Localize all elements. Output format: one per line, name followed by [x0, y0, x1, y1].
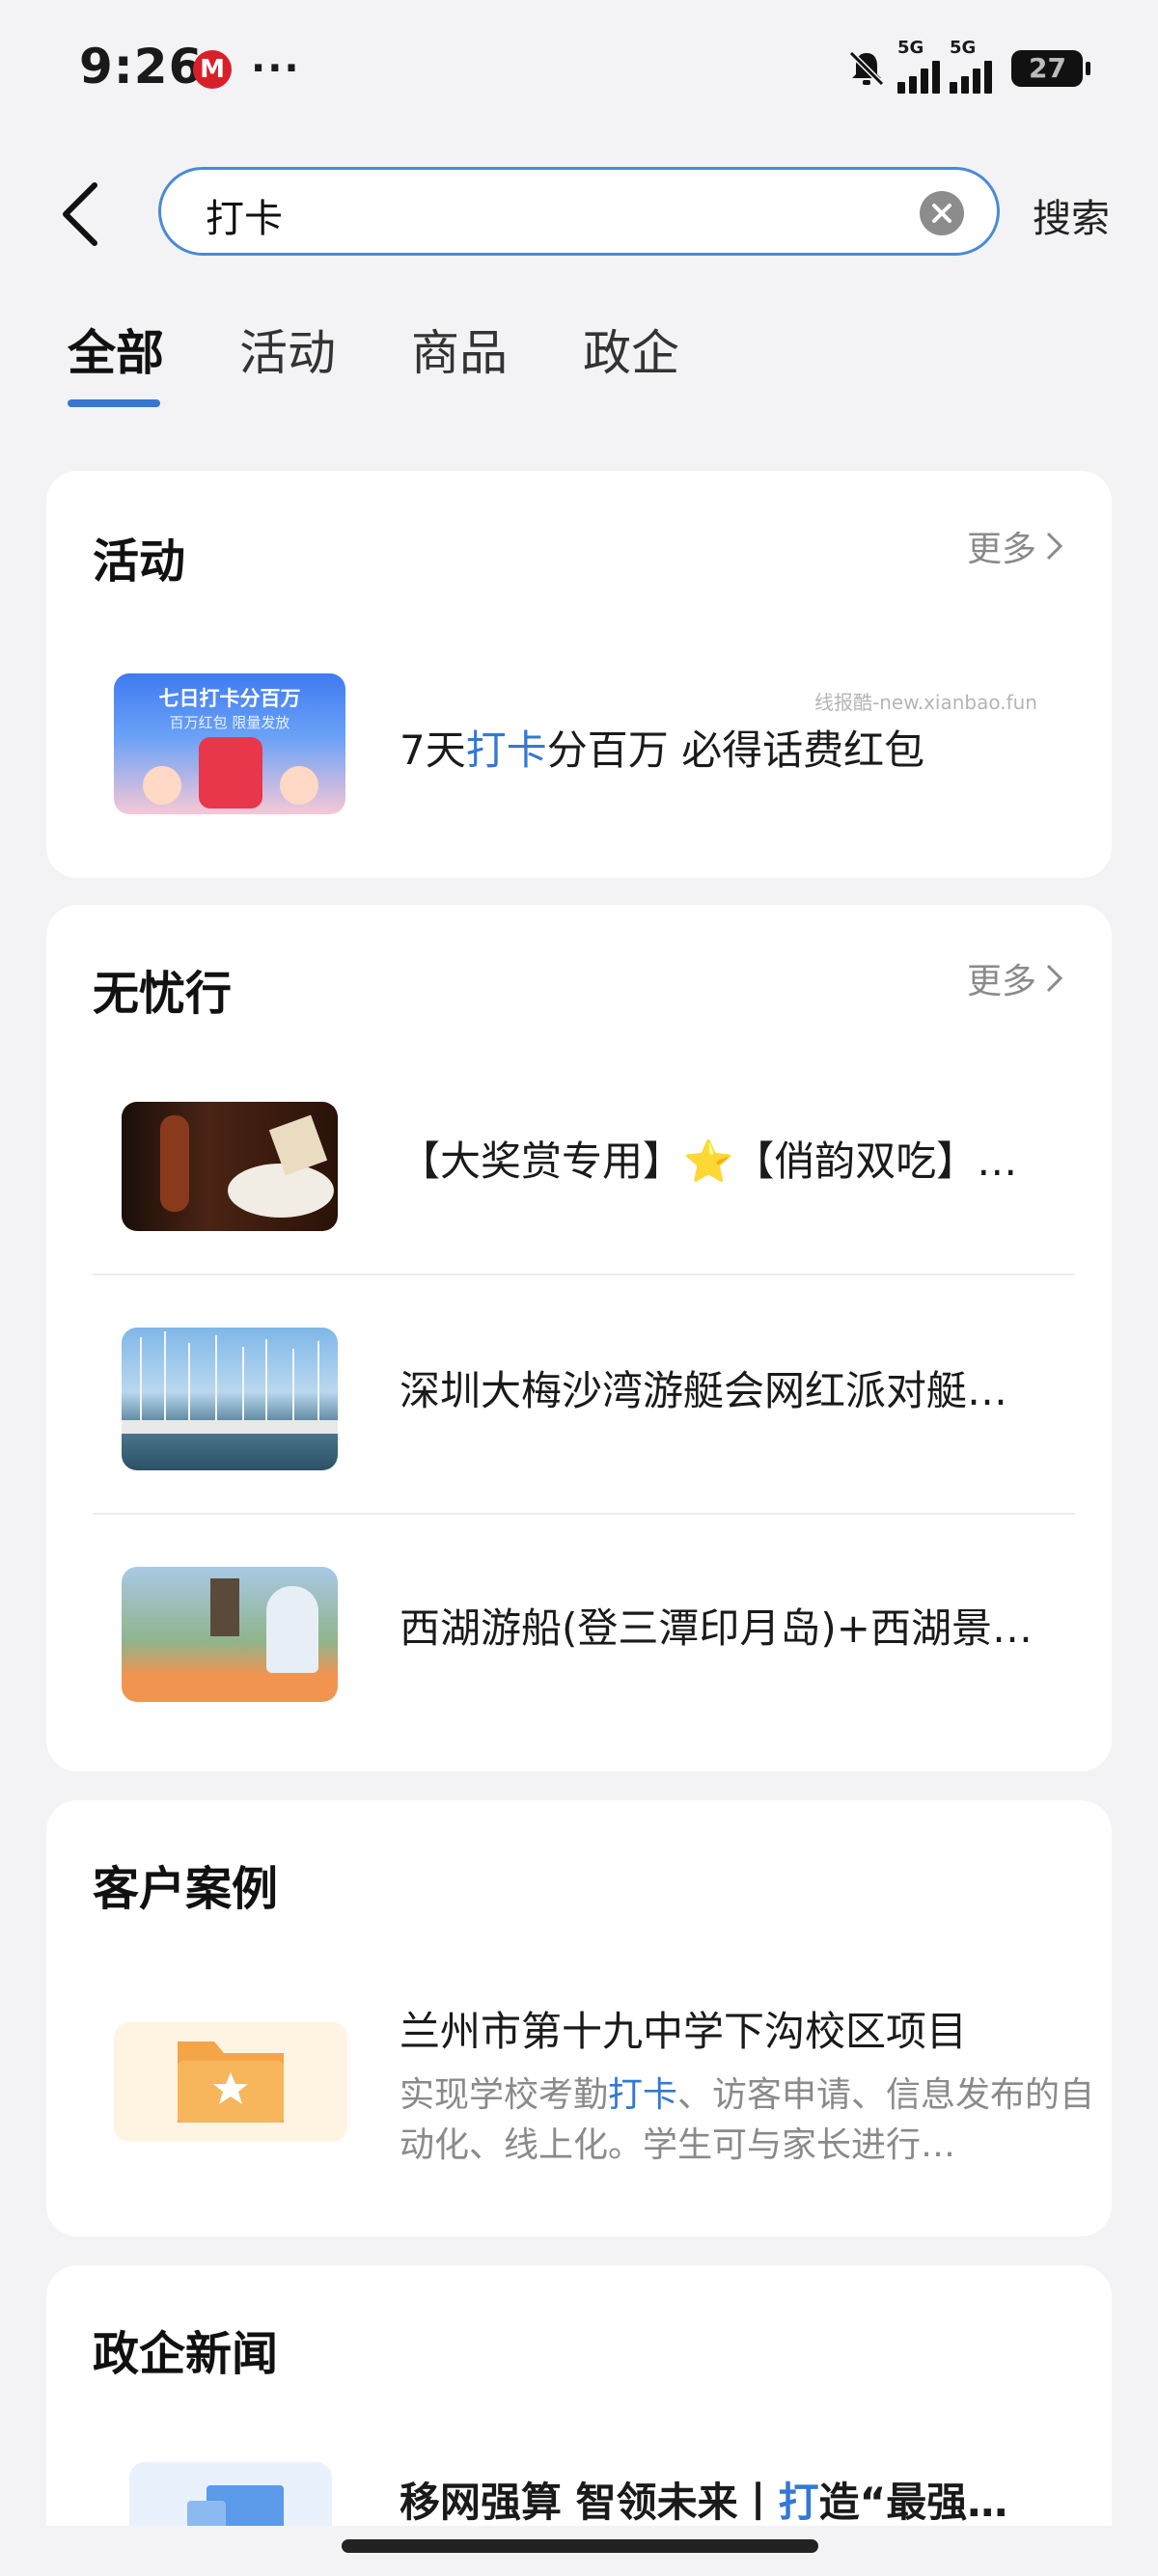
home-indicator[interactable] — [342, 2539, 818, 2553]
title-text: 移网强算 智领未来丨 — [400, 2479, 779, 2526]
title-text: 分百万 必得话费红包 — [546, 726, 925, 774]
activity-more-link[interactable]: 更多 — [967, 521, 1065, 571]
hand-icon — [143, 766, 181, 805]
highlight-keyword: 打 — [778, 2479, 819, 2526]
customer-cases-section: 客户案例 兰州市第十九中学下沟校区项目 实现学校考勤打卡、访客申请、信息发布的自… — [46, 1800, 1112, 2236]
sim1-network-label: 5G — [897, 38, 924, 58]
banner-title: 七日打卡分百万 — [158, 687, 301, 710]
china-mobile-logo-icon: M — [193, 50, 232, 89]
status-icons: 5G 5G 27 — [845, 38, 1090, 94]
signal-sim1-icon: 5G — [897, 38, 940, 94]
wuyouxing-more-link[interactable]: 更多 — [967, 953, 1065, 1003]
chevron-right-icon — [1046, 964, 1063, 993]
back-button[interactable] — [58, 176, 106, 253]
document-icon — [187, 2501, 226, 2526]
title-text: 造“最强… — [818, 2479, 1008, 2526]
case-item-description: 实现学校考勤打卡、访客申请、信息发布的自动化、线上化。学生可与家长进行… — [400, 2070, 1114, 2171]
duck-shape — [160, 1115, 189, 1212]
hand-icon — [280, 766, 318, 805]
section-title: 政企新闻 — [93, 2327, 279, 2381]
pagoda-shape — [210, 1578, 239, 1636]
food-thumbnail-image[interactable] — [122, 1102, 338, 1231]
activity-section: 活动 更多 七日打卡分百万 百万红包 限量发放 7天打卡分百万 必得话费红包 — [46, 471, 1112, 878]
battery-level: 27 — [1029, 52, 1066, 84]
clear-icon — [932, 204, 951, 223]
back-arrow-icon — [63, 182, 97, 246]
search-button[interactable]: 搜索 — [1033, 187, 1110, 243]
category-tabs: 全部 活动 商品 政企 — [68, 315, 679, 407]
case-item-title[interactable]: 兰州市第十九中学下沟校区项目 — [400, 1999, 1075, 2058]
masts-graphic — [122, 1331, 338, 1434]
highlight-keyword: 打卡 — [465, 726, 547, 774]
case-thumbnail-image[interactable] — [114, 2022, 347, 2142]
section-title: 活动 — [93, 534, 186, 589]
signal-sim2-icon: 5G — [950, 38, 992, 94]
clear-search-button[interactable] — [920, 191, 964, 235]
tab-government-enterprise[interactable]: 政企 — [583, 315, 679, 384]
section-title: 客户案例 — [93, 1862, 279, 1916]
activity-banner-image[interactable]: 七日打卡分百万 百万红包 限量发放 — [114, 673, 345, 814]
wuyouxing-section: 无忧行 更多 【大奖赏专用】⭐【俏韵双吃】… 深圳大梅沙湾游艇会网红派对艇… 西… — [46, 905, 1112, 1771]
tab-products[interactable]: 商品 — [411, 315, 508, 384]
highlight-keyword: 打卡 — [608, 2075, 678, 2115]
section-title: 无忧行 — [93, 967, 233, 1021]
status-time: 9:26 — [79, 39, 204, 95]
person-shape — [266, 1586, 318, 1673]
activity-item-title[interactable]: 7天打卡分百万 必得话费红包 — [400, 718, 1075, 777]
more-label: 更多 — [966, 962, 1036, 1001]
more-label: 更多 — [966, 530, 1036, 569]
search-query: 打卡 — [206, 197, 283, 241]
chevron-right-icon — [1046, 532, 1063, 561]
folder-star-icon — [178, 2042, 284, 2123]
wuyouxing-item-2-title[interactable]: 深圳大梅沙湾游艇会网红派对艇… — [400, 1358, 1075, 1417]
wuyouxing-item-1-title[interactable]: 【大奖赏专用】⭐【俏韵双吃】… — [400, 1129, 1075, 1188]
red-envelope-icon — [199, 737, 262, 808]
battery-icon: 27 — [1011, 50, 1090, 87]
divider — [93, 1274, 1075, 1275]
news-thumbnail-image[interactable] — [129, 2462, 332, 2526]
plate-shape — [228, 1164, 334, 1218]
gov-news-section: 政企新闻 移网强算 智领未来丨打造“最强… — [46, 2265, 1112, 2526]
news-item-title[interactable]: 移网强算 智领未来丨打造“最强… — [400, 2470, 1075, 2526]
divider — [93, 1513, 1075, 1515]
westlake-thumbnail-image[interactable] — [122, 1567, 338, 1702]
tab-all[interactable]: 全部 — [68, 315, 164, 407]
title-text: 7天 — [400, 726, 466, 774]
wuyouxing-item-3-title[interactable]: 西湖游船(登三潭印月岛)+西湖景… — [400, 1596, 1075, 1655]
more-notifications-icon: ··· — [251, 46, 301, 91]
status-bar: 9:26 M ··· 5G 5G 27 — [0, 0, 1158, 135]
search-input[interactable]: 打卡 — [158, 167, 1000, 256]
tab-activity[interactable]: 活动 — [239, 315, 336, 384]
watermark: 线报酷-new.xianbao.fun — [814, 691, 1037, 714]
mute-icon — [845, 47, 888, 90]
description-text: 实现学校考勤 — [400, 2075, 609, 2115]
banner-subtitle: 百万红包 限量发放 — [169, 714, 290, 731]
yacht-thumbnail-image[interactable] — [122, 1328, 338, 1470]
sim2-network-label: 5G — [950, 38, 977, 58]
